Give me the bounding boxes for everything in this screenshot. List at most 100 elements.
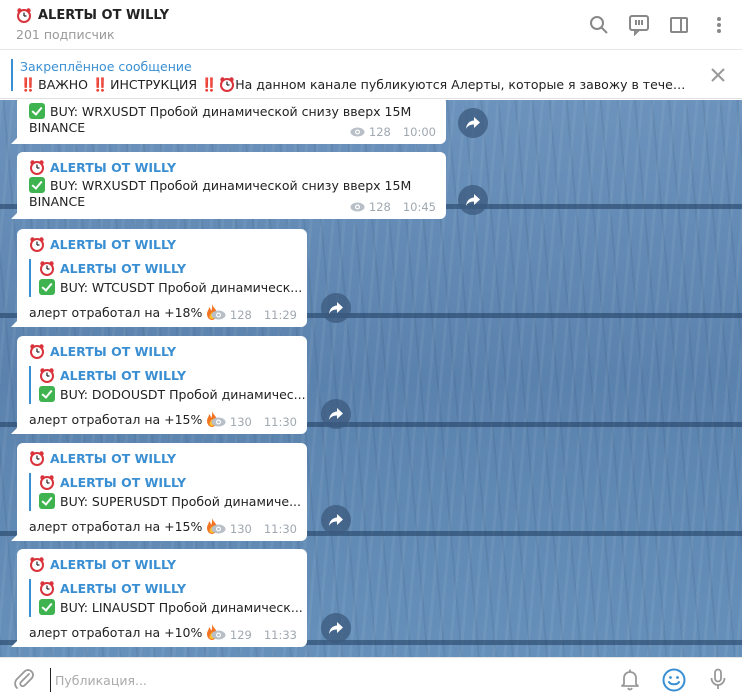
message-time: 11:33 [263,628,297,642]
alarm-clock-icon [30,557,44,572]
microphone-icon[interactable] [706,667,730,691]
message-bubble[interactable]: ALERTЫ OT WILLY ALERTЫ OT WILLY BUY: DOD… [17,336,307,434]
result-content: алерт отработал на +10% [29,624,203,640]
share-button[interactable] [458,185,488,215]
share-button[interactable] [321,399,351,429]
view-count: 130 [229,522,252,536]
share-button[interactable] [458,108,488,138]
alarm-clock-icon [40,261,54,276]
quote-text-content: BUY: SUPERUSDT Пробой динамиче... [60,493,301,509]
message-meta: 129 11:33 [211,628,297,642]
quote-accent-bar [29,366,31,404]
message-meta: 130 11:30 [211,415,297,429]
alarm-clock-icon [30,237,44,252]
more-options-icon[interactable] [706,12,732,38]
alarm-clock-icon [17,8,31,23]
result-text: алерт отработал на +10% [29,623,219,641]
channel-title[interactable]: ALERTЫ OT WILLY [16,7,169,23]
view-count: 128 [368,200,391,214]
emoji-icon[interactable] [661,667,687,693]
quote-author-name: ALERTЫ OT WILLY [60,580,187,596]
result-content: алерт отработал на +15% [29,411,203,427]
share-icon [329,302,343,314]
pinned-word-important: ВАЖНО [38,77,89,92]
pinned-word-instruction: ИНСТРУКЦИЯ [110,77,198,92]
quote-text: BUY: DODOUSDT Пробой динамичес... [39,385,306,403]
chat-header: ALERTЫ OT WILLY 201 подписчик [0,0,742,50]
quote-text: BUY: WTCUSDT Пробой динамическ... [39,278,302,296]
message-time: 11:29 [263,308,297,322]
message-author[interactable]: ALERTЫ OT WILLY [29,235,295,253]
subscriber-count: 201 подписчик [16,27,115,42]
message-time: 11:30 [263,415,297,429]
quote-text: BUY: SUPERUSDT Пробой динамиче... [39,492,301,510]
views-icon [211,417,226,427]
alarm-clock-icon [220,77,235,92]
close-icon[interactable] [708,65,728,85]
message-meta: 130 11:30 [211,522,297,536]
check-mark-icon [29,177,45,193]
quote-accent-bar [29,259,31,297]
discussion-icon[interactable] [626,12,652,38]
alarm-clock-icon [40,475,54,490]
views-icon [350,202,365,212]
share-button[interactable] [321,293,351,323]
message-author[interactable]: ALERTЫ OT WILLY [29,449,295,467]
message-time: 10:00 [402,125,436,139]
quote-author: ALERTЫ OT WILLY [39,579,186,597]
bell-icon[interactable] [618,667,642,691]
result-text: алерт отработал на +15% [29,517,219,535]
views-icon [211,310,226,320]
double-exclamation-icon: ‼️ [201,78,217,93]
message-text-line: BUY: WRXUSDT Пробой динамической снизу в… [29,176,434,194]
alarm-clock-icon [30,344,44,359]
message-composer [0,657,742,700]
check-mark-icon [39,599,55,615]
quote-author: ALERTЫ OT WILLY [39,259,186,277]
message-bubble[interactable]: BUY: WRXUSDT Пробой динамической снизу в… [17,100,446,144]
message-author[interactable]: ALERTЫ OT WILLY [29,555,295,573]
result-content: алерт отработал на +18% [29,304,203,320]
quote-text-content: BUY: DODOUSDT Пробой динамичес... [60,386,306,402]
message-meta: 128 10:00 [350,125,436,139]
author-name: ALERTЫ OT WILLY [50,343,177,359]
header-actions [586,12,732,38]
author-name: ALERTЫ OT WILLY [50,556,177,572]
message-bubble[interactable]: ALERTЫ OT WILLY BUY: WRXUSDT Пробой дина… [17,152,446,219]
alarm-clock-icon [40,581,54,596]
message-text-line: BUY: WRXUSDT Пробой динамической снизу в… [29,102,434,120]
quote-text-content: BUY: LINAUSDT Пробой динамическ... [60,599,303,615]
message-bubble[interactable]: ALERTЫ OT WILLY ALERTЫ OT WILLY BUY: SUP… [17,443,307,541]
alarm-clock-icon [40,368,54,383]
quote-author: ALERTЫ OT WILLY [39,473,186,491]
message-bubble[interactable]: ALERTЫ OT WILLY ALERTЫ OT WILLY BUY: LIN… [17,549,307,647]
alarm-clock-icon [30,451,44,466]
alarm-clock-icon [30,160,44,175]
pinned-text: ‼️ ВАЖНО ‼️ ИНСТРУКЦИЯ ‼️ На данном кана… [20,76,690,93]
search-icon[interactable] [586,12,612,38]
message-bubble[interactable]: ALERTЫ OT WILLY ALERTЫ OT WILLY BUY: WTC… [17,229,307,327]
message-meta: 128 11:29 [211,308,297,322]
message-list[interactable]: BUY: WRXUSDT Пробой динамической снизу в… [0,100,742,657]
quote-text: BUY: LINAUSDT Пробой динамическ... [39,598,303,616]
post-input[interactable] [50,668,590,692]
check-mark-icon [39,493,55,509]
quote-accent-bar [29,473,31,511]
paperclip-icon[interactable] [12,667,36,691]
sidebar-toggle-icon[interactable] [666,12,692,38]
views-icon [350,127,365,137]
view-count: 129 [229,628,252,642]
author-name: ALERTЫ OT WILLY [50,236,177,252]
pinned-title: Закреплённое сообщение [20,59,192,74]
view-count: 128 [229,308,252,322]
quote-author-name: ALERTЫ OT WILLY [60,367,187,383]
message-time: 10:45 [402,200,436,214]
pinned-accent-bar [11,59,13,91]
share-button[interactable] [321,613,351,643]
views-icon [211,630,226,640]
share-button[interactable] [321,505,351,535]
message-author[interactable]: ALERTЫ OT WILLY [29,342,295,360]
share-icon [329,622,343,634]
pinned-message[interactable]: Закреплённое сообщение ‼️ ВАЖНО ‼️ ИНСТР… [0,51,742,99]
message-author[interactable]: ALERTЫ OT WILLY [29,158,434,176]
